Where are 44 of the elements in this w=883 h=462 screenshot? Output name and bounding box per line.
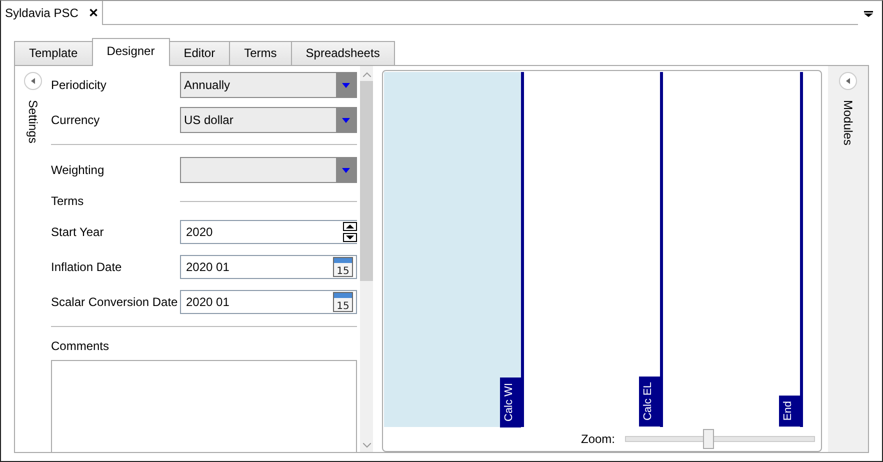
left-arrow-icon [30, 78, 36, 84]
field-label: Start Year [51, 225, 105, 239]
section-label: Terms [51, 194, 85, 208]
dropdown[interactable]: Annually [180, 72, 357, 98]
calendar-icon[interactable]: 15 [333, 292, 353, 312]
field-label: Currency [51, 113, 101, 127]
timeline-segment[interactable]: Calc WI [384, 72, 524, 427]
caret-icon [342, 82, 350, 88]
dropdown[interactable]: US dollar [180, 107, 357, 133]
timeline-segment[interactable]: Calc EL [524, 72, 663, 427]
dropdown[interactable] [180, 157, 357, 183]
zoom-slider[interactable] [625, 429, 815, 449]
field-label: Weighting [51, 163, 106, 177]
tab[interactable]: Spreadsheets [290, 41, 395, 65]
caret-icon [342, 118, 350, 122]
calendar-icon[interactable]: 15 [333, 257, 353, 277]
panel-title: Modules [841, 100, 855, 146]
tab[interactable]: Template [14, 41, 93, 65]
field-label: Inflation Date [51, 260, 123, 274]
timeline-marker[interactable]: Calc EL [639, 377, 660, 427]
close-icon[interactable]: ✕ [88, 6, 98, 20]
collapse-button[interactable] [839, 72, 857, 90]
timeline-marker[interactable]: End [779, 396, 800, 427]
date-field[interactable]: 2020 01 15 [180, 290, 357, 314]
down-arrow-icon[interactable] [343, 233, 357, 242]
slider-thumb[interactable] [702, 429, 714, 449]
field-label: Scalar Conversion Date [51, 295, 179, 309]
tab[interactable]: Terms [229, 41, 292, 65]
tab[interactable]: Editor [168, 41, 230, 65]
zoom-label: Zoom: [580, 432, 615, 446]
dropdown-icon[interactable] [864, 11, 873, 17]
collapse-button[interactable] [24, 72, 42, 90]
up-arrow-icon[interactable] [343, 222, 357, 231]
spinner-field[interactable]: 2020 [180, 220, 357, 244]
tab[interactable]: Designer [92, 38, 170, 66]
date-field[interactable]: 2020 01 15 [180, 255, 357, 279]
comments-field[interactable] [51, 360, 357, 452]
timeline-marker[interactable]: Calc WI [500, 378, 520, 427]
field-label: Periodicity [51, 78, 108, 92]
caret-icon [342, 168, 350, 172]
timeline-segment[interactable]: End [663, 72, 803, 427]
panel-title: Settings [26, 100, 40, 144]
field-label: Comments [51, 339, 110, 353]
left-arrow-icon [846, 78, 850, 84]
